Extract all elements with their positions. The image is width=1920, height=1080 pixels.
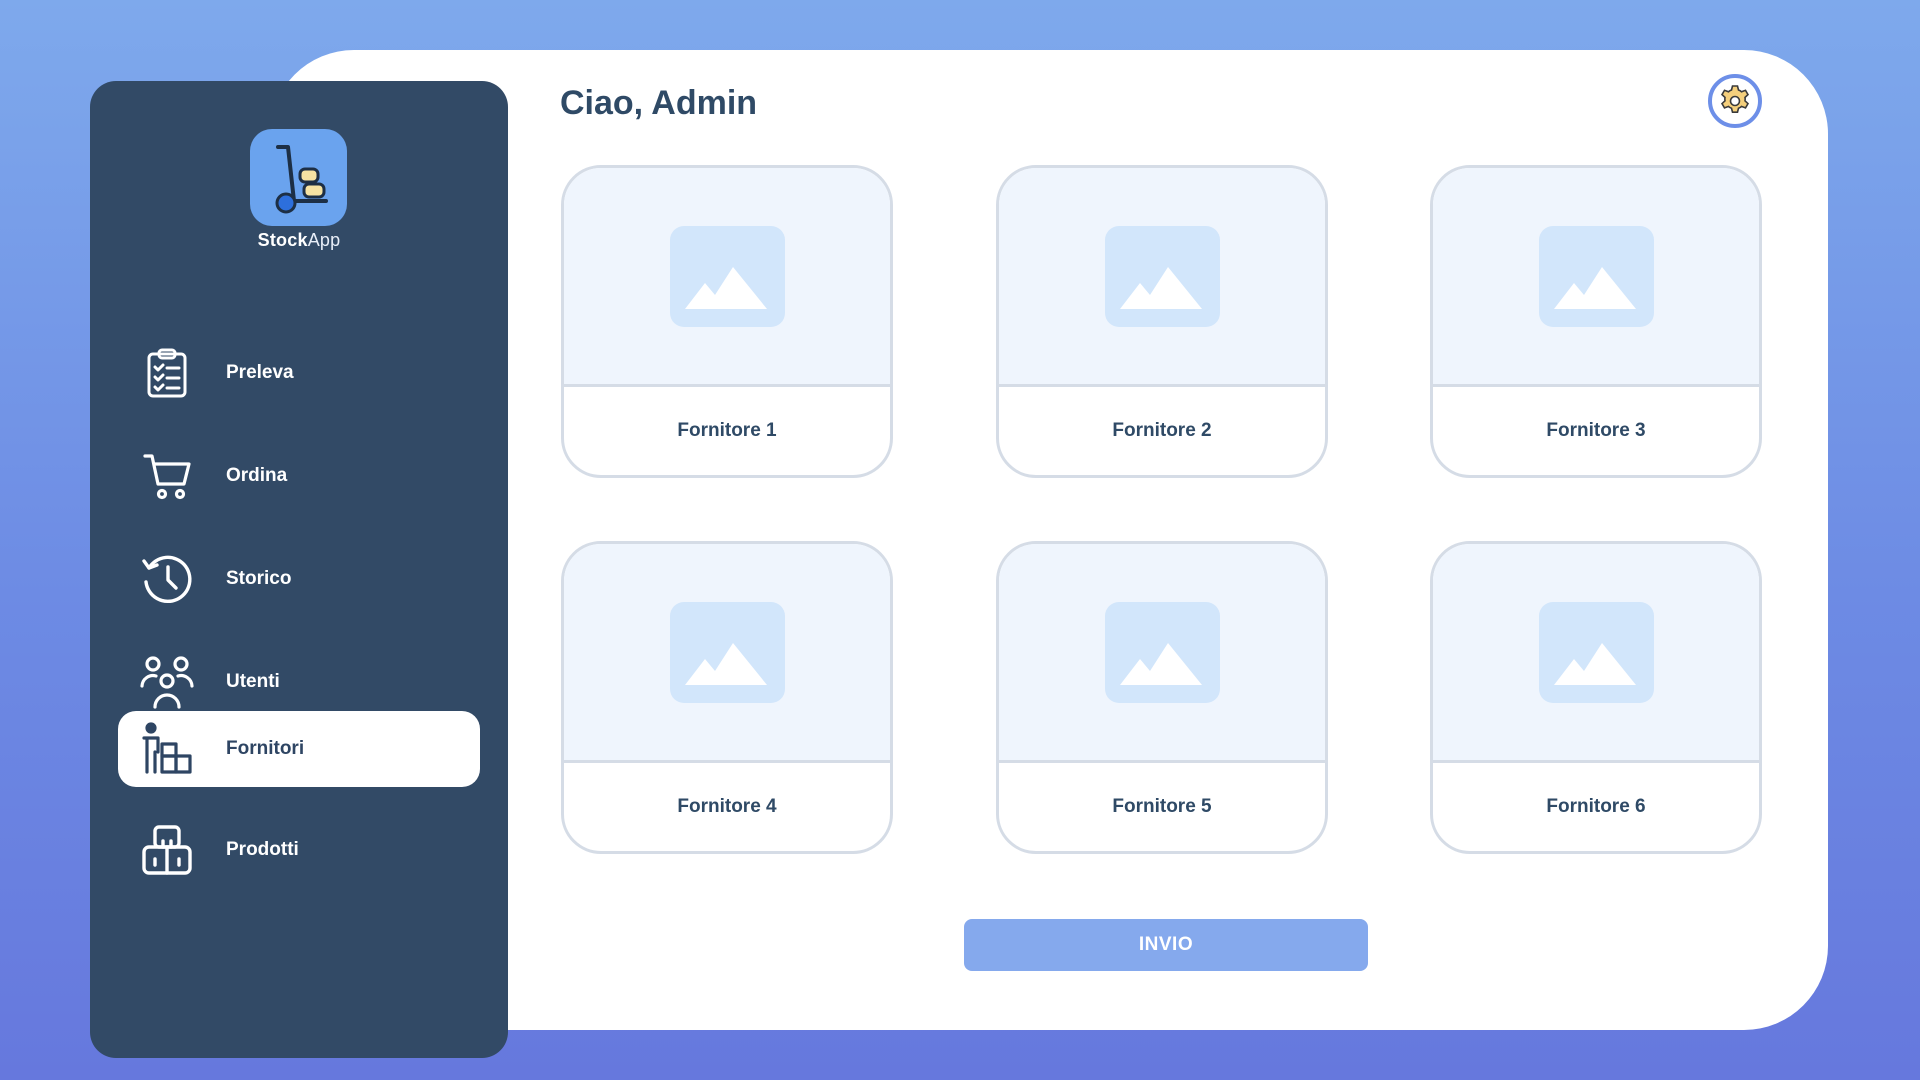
sidebar-item-utenti[interactable]: Utenti [118, 644, 480, 720]
card-label: Fornitore 5 [1112, 796, 1212, 817]
card-image [1433, 168, 1759, 387]
image-placeholder-icon [1538, 225, 1654, 327]
card-label: Fornitore 2 [1112, 420, 1212, 441]
send-button[interactable]: INVIO [964, 919, 1368, 971]
sidebar-item-ordina[interactable]: Ordina [118, 438, 480, 514]
sidebar: StockApp Preleva Ordina Storico Utenti F… [90, 81, 508, 1058]
image-placeholder-icon [1104, 601, 1220, 703]
sidebar-item-label: Prodotti [226, 839, 299, 860]
page-title: Ciao, Admin [560, 84, 758, 122]
card-image [564, 544, 890, 763]
supplier-card[interactable]: Fornitore 4 [561, 541, 893, 854]
image-placeholder-icon [669, 225, 785, 327]
supplier-card[interactable]: Fornitore 2 [996, 165, 1328, 478]
sidebar-item-label: Storico [226, 568, 292, 589]
box-icon [138, 821, 196, 879]
app-name-bold: Stock [257, 230, 308, 250]
gear-icon [1720, 85, 1750, 113]
sidebar-item-storico[interactable]: Storico [118, 541, 480, 617]
image-placeholder-icon [1104, 225, 1220, 327]
supplier-card[interactable]: Fornitore 5 [996, 541, 1328, 854]
card-label: Fornitore 1 [677, 420, 777, 441]
hand-truck-icon [275, 144, 328, 213]
sidebar-item-preleva[interactable]: Preleva [118, 335, 480, 411]
sidebar-item-prodotti[interactable]: Prodotti [118, 812, 480, 888]
image-placeholder-icon [1538, 601, 1654, 703]
card-label: Fornitore 4 [677, 796, 777, 817]
sidebar-item-label: Fornitori [226, 738, 305, 759]
sidebar-item-label: Utenti [226, 671, 280, 692]
image-placeholder-icon [669, 601, 785, 703]
app-name-light: App [307, 230, 341, 250]
users-icon [138, 653, 196, 711]
history-icon [138, 550, 196, 608]
settings-button[interactable] [1708, 74, 1762, 128]
card-image [999, 168, 1325, 387]
supplier-card[interactable]: Fornitore 3 [1430, 165, 1762, 478]
app-name: StockApp [90, 230, 508, 251]
cart-icon [138, 447, 196, 505]
card-image [564, 168, 890, 387]
card-image [999, 544, 1325, 763]
sidebar-item-label: Ordina [226, 465, 288, 486]
card-label: Fornitore 3 [1546, 420, 1646, 441]
card-image [1433, 544, 1759, 763]
supplier-card[interactable]: Fornitore 1 [561, 165, 893, 478]
sidebar-item-fornitori[interactable]: Fornitori [118, 711, 480, 787]
supplier-boxes-icon [138, 720, 196, 778]
app-logo [250, 129, 347, 226]
sidebar-item-label: Preleva [226, 362, 294, 383]
card-label: Fornitore 6 [1546, 796, 1646, 817]
supplier-card[interactable]: Fornitore 6 [1430, 541, 1762, 854]
clipboard-checklist-icon [138, 344, 196, 402]
